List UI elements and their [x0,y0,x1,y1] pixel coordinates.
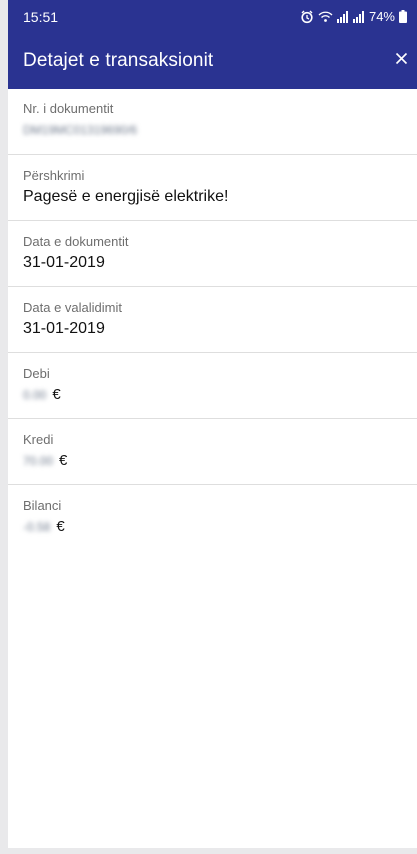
debit-amount: 0.00 [23,388,47,402]
status-bar: 15:51 74% [8,0,417,33]
transaction-details: Nr. i dokumentit DM19MC01319690/6 Përshk… [8,89,417,551]
balance-currency: € [56,518,65,535]
field-validation-date: Data e valalidimit 31-01-2019 [8,287,417,353]
alarm-icon [300,10,314,24]
validation-date-value: 31-01-2019 [23,320,105,337]
credit-value-row: 70.00 € [23,450,417,472]
field-label: Nr. i dokumentit [23,101,114,116]
field-label: Data e valalidimit [23,300,122,315]
field-value-row: DM19MC01319690/6 [23,119,417,141]
document-date-value: 31-01-2019 [23,254,105,271]
field-label: Përshkrimi [23,168,85,183]
app-bar: Detajet e transaksionit [8,33,417,89]
signal-icon-2 [352,10,365,23]
description-value: Pagesë e energjisë elektrike! [23,188,229,205]
wifi-icon [318,10,333,23]
debit-currency: € [52,386,61,403]
debit-value-row: 0.00 € [23,384,417,406]
field-document-number: Nr. i dokumentit DM19MC01319690/6 [8,89,417,155]
credit-amount: 70.00 [23,454,54,468]
status-time: 15:51 [23,8,59,25]
field-document-date: Data e dokumentit 31-01-2019 [8,221,417,287]
field-description: Përshkrimi Pagesë e energjisë elektrike! [8,155,417,221]
battery-percent: 74% [368,9,395,24]
close-button[interactable] [389,49,413,73]
page-title: Detajet e transaksionit [23,50,214,71]
battery-icon [399,10,407,23]
field-balance: Bilanci -0.58 € [8,485,417,551]
close-icon [395,52,408,70]
field-debit: Debi 0.00 € [8,353,417,419]
field-label: Bilanci [23,498,62,513]
field-label: Data e dokumentit [23,234,129,249]
balance-value-row: -0.58 € [23,516,417,538]
credit-currency: € [59,452,68,469]
balance-amount: -0.58 [23,520,51,534]
signal-icon-1 [336,10,349,23]
status-icons: 74% [300,9,407,24]
field-credit: Kredi 70.00 € [8,419,417,485]
phone-screen: 15:51 74% Detajet e transaksionit Nr. i … [8,0,417,848]
field-label: Kredi [23,432,54,447]
document-number-value: DM19MC01319690/6 [23,123,138,137]
field-label: Debi [23,366,50,381]
